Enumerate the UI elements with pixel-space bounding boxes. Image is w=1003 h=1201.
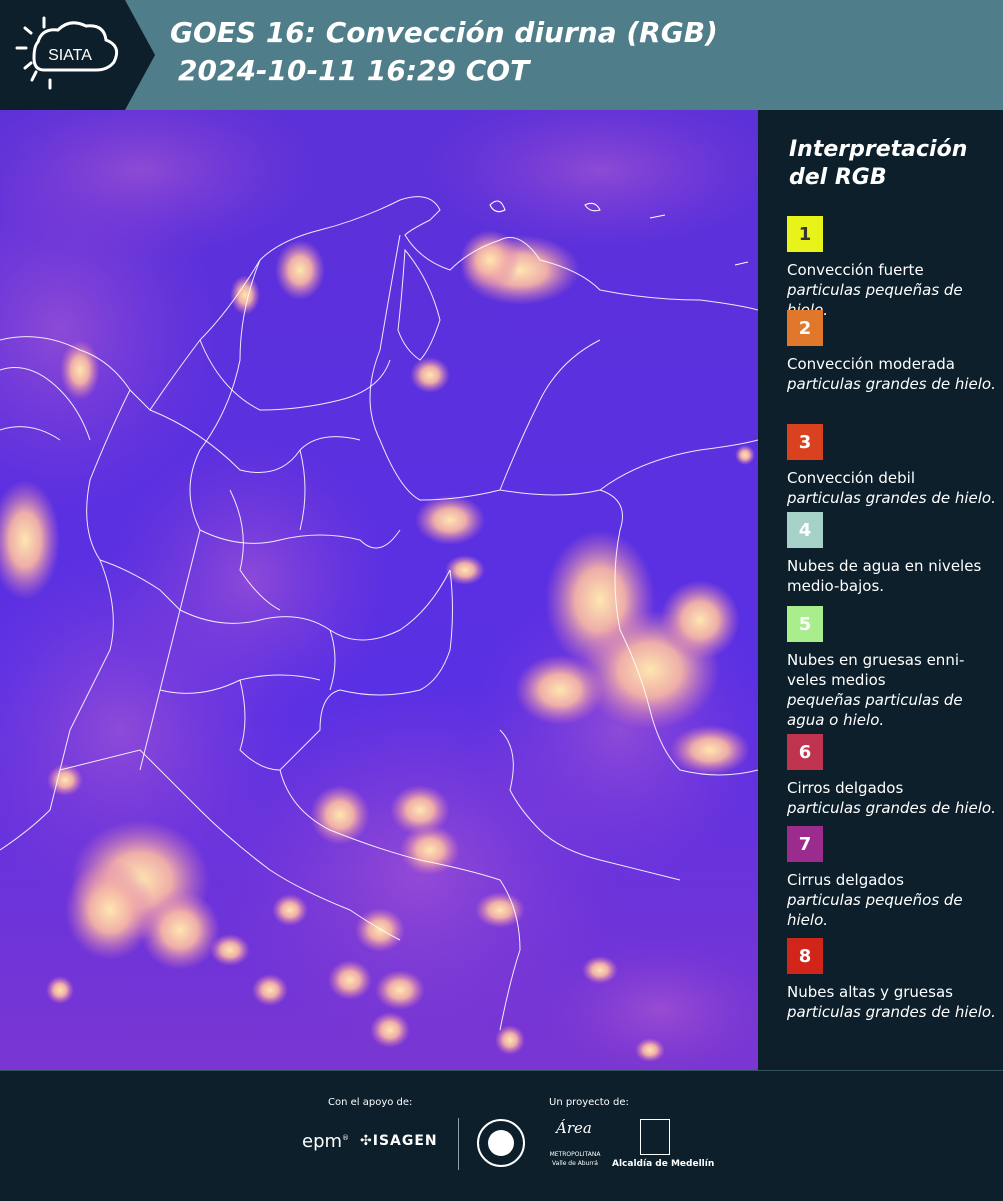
legend-item-label: Nubes de agua en niveles medio-bajos.: [787, 557, 982, 595]
legend-item-label: Nubes en gruesas enni-veles medios: [787, 651, 965, 689]
area-logo-text: Área: [556, 1119, 592, 1137]
legend-item-description: particulas grandes de hielo.: [787, 375, 996, 393]
legend-swatch: 3: [787, 424, 823, 460]
epm-logo-text: epm: [302, 1131, 343, 1152]
area-logo-subtitle: METROPOLITANA: [549, 1151, 601, 1158]
legend-item-4: 4 Nubes de agua en niveles medio-bajos.: [787, 512, 997, 596]
legend-title-line-1: Interpretación: [789, 137, 968, 162]
siata-logo: SIATA: [0, 0, 155, 110]
legend-title-line-2: del RGB: [789, 165, 887, 190]
support-label: Con el apoyo de:: [328, 1097, 413, 1108]
legend-swatch: 2: [787, 310, 823, 346]
logo-text: SIATA: [48, 47, 92, 64]
legend-item-description: pequeñas particulas de agua o hielo.: [787, 691, 963, 729]
legend-item-label: Convección fuerte: [787, 261, 924, 279]
legend-swatch: 1: [787, 216, 823, 252]
epm-logo: epm®: [302, 1131, 350, 1152]
legend-item-description: particulas grandes de hielo.: [787, 799, 996, 817]
seal-icon: [477, 1119, 525, 1167]
alcaldia-crest-icon: [640, 1119, 670, 1155]
legend-item-8: 8 Nubes altas y gruesas particulas grandes…: [787, 938, 997, 1022]
legend-item-label: Convección moderada: [787, 355, 955, 373]
legend-swatch: 7: [787, 826, 823, 862]
legend-item-2: 2 Convección moderada particulas grandes d…: [787, 310, 997, 394]
legend-item-label: Nubes altas y gruesas: [787, 983, 953, 1001]
legend-item-description: particulas grandes de hielo.: [787, 489, 996, 507]
footer: Con el apoyo de: Un proyecto de: epm® ✣I…: [0, 1070, 1003, 1201]
legend-item-1: 1 Convección fuerte particulas pequeñas de…: [787, 216, 997, 320]
title-line-1: GOES 16: Convección diurna (RGB): [170, 16, 718, 49]
legend-item-label: Convección debil: [787, 469, 915, 487]
legend-swatch: 8: [787, 938, 823, 974]
legend-item-6: 6 Cirros delgados particulas grandes de hi…: [787, 734, 997, 818]
legend-item-description: particulas pequeños de hielo.: [787, 891, 963, 929]
legend-item-label: Cirros delgados: [787, 779, 904, 797]
page-title: GOES 16: Convección diurna (RGB) 2024-10…: [170, 14, 718, 90]
header: SIATA GOES 16: Convección diurna (RGB) 2…: [0, 0, 1003, 110]
legend-swatch: 4: [787, 512, 823, 548]
title-line-2: 2024-10-11 16:29 COT: [178, 54, 530, 87]
area-logo-subtitle-2: Valle de Aburrá: [552, 1160, 598, 1167]
legend-item-label: Cirrus delgados: [787, 871, 904, 889]
legend-item-description: particulas grandes de hielo.: [787, 1003, 996, 1021]
legend-item-5: 5 Nubes en gruesas enni-veles medios peque…: [787, 606, 997, 730]
legend-item-7: 7 Cirrus delgados particulas pequeños de h…: [787, 826, 997, 930]
alcaldia-label: Alcaldía de Medellín: [612, 1159, 715, 1169]
project-label: Un proyecto de:: [549, 1097, 629, 1108]
isagen-logo: ✣ISAGEN: [360, 1133, 438, 1149]
satellite-map[interactable]: [0, 110, 758, 1070]
legend-title: Interpretación del RGB: [789, 136, 967, 192]
isagen-star-icon: ✣: [360, 1133, 373, 1149]
footer-divider: [458, 1118, 459, 1170]
legend-panel: Interpretación del RGB 1 Convección fuert…: [758, 110, 1003, 1070]
isagen-logo-text: ISAGEN: [372, 1133, 438, 1149]
legend-swatch: 6: [787, 734, 823, 770]
area-metropolitana-logo: Área METROPOLITANA Valle de Aburrá: [548, 1119, 602, 1171]
legend-swatch: 5: [787, 606, 823, 642]
legend-item-3: 3 Convección debil particulas grandes de h…: [787, 424, 997, 508]
